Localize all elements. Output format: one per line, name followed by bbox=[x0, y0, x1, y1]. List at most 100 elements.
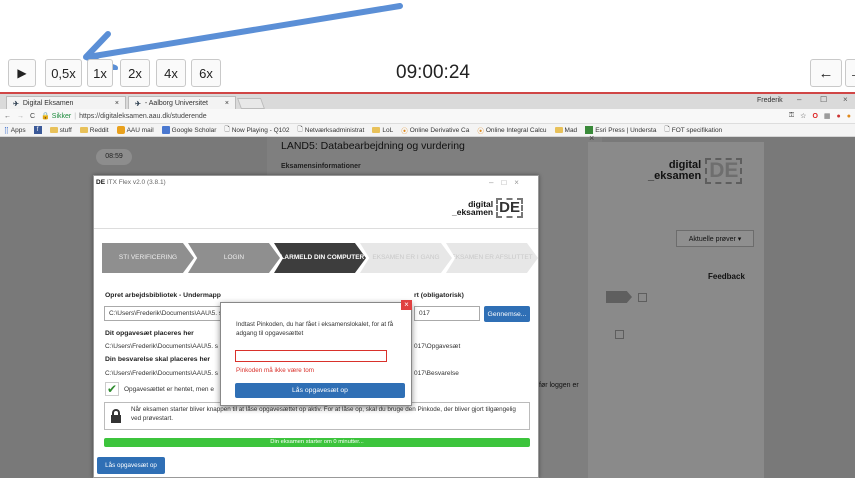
dialog-close-button[interactable]: × bbox=[401, 300, 412, 310]
back-button[interactable]: ← bbox=[810, 59, 842, 87]
exam-timer: 08:59 bbox=[96, 149, 132, 165]
speed-2x-button[interactable]: 2x bbox=[120, 59, 150, 87]
bookmark-google-scholar[interactable]: Google Scholar bbox=[161, 126, 216, 134]
extension2-icon[interactable]: ● bbox=[847, 113, 851, 120]
key-icon[interactable]: ⚿ bbox=[789, 112, 794, 120]
page-content: 08:59 LAND5: Databearbejdning og vurderi… bbox=[0, 133, 855, 478]
profile-name[interactable]: Frederik bbox=[757, 97, 783, 104]
scholar-icon bbox=[161, 126, 170, 134]
step-eksamen-afsluttet: EKSAMEN ER AFSLUTTET bbox=[446, 243, 538, 273]
bookmark-esri[interactable]: Esri Press | Understa bbox=[585, 126, 656, 134]
feedback-label: Feedback bbox=[708, 272, 745, 281]
new-tab-button[interactable] bbox=[236, 98, 266, 109]
pin-dialog: × Indtast Pinkoden, du har fået i eksame… bbox=[220, 300, 412, 406]
bookmark-fot[interactable]: 🗋 FOT specifikation bbox=[664, 125, 722, 136]
favicon-icon: ✈ bbox=[135, 100, 141, 108]
close-icon[interactable]: × bbox=[225, 100, 229, 107]
tab-bar: ✈ Digital Eksamen × ✈ - Aalborg Universi… bbox=[0, 92, 855, 110]
playback-clock: 09:00:24 bbox=[396, 62, 470, 83]
star-icon[interactable]: ☆ bbox=[800, 112, 806, 120]
exams-dropdown[interactable]: Aktuelle prøver ▾ bbox=[676, 230, 754, 247]
folder-icon bbox=[372, 127, 381, 133]
app-window-controls: –□× bbox=[489, 178, 527, 187]
step-badge bbox=[606, 291, 632, 303]
url-input[interactable]: https://digitaleksamen.aau.dk/studerende bbox=[79, 113, 789, 120]
step-klarmeld: KLARMELD DIN COMPUTER bbox=[274, 243, 366, 273]
bookmark-aau-mail[interactable]: AAU mail bbox=[116, 126, 154, 134]
bookmark-apps[interactable]: ⣿ Apps bbox=[4, 126, 26, 135]
bookmark-mad[interactable]: Mad bbox=[554, 127, 577, 134]
app-title: DE ITX Flex v2.0 (3.8.1) bbox=[96, 179, 166, 186]
workdir-label: Opret arbejdsbibliotek - Undermapp bbox=[105, 292, 221, 299]
pin-input[interactable] bbox=[235, 350, 387, 362]
folder-icon bbox=[79, 127, 88, 133]
forward-button[interactable]: → bbox=[845, 59, 855, 87]
fetched-text: Opgavesættet er hentet, men e bbox=[124, 386, 214, 393]
facebook-icon: f bbox=[33, 126, 42, 134]
bookmark-derivative[interactable]: ⦿ Online Derivative Ca bbox=[401, 125, 469, 136]
bookmark-reddit[interactable]: Reddit bbox=[79, 127, 109, 134]
required-label: rt (obligatorisk) bbox=[414, 292, 464, 299]
bookmark-netvaerk[interactable]: 🗋 Netværksadministrat bbox=[298, 125, 365, 136]
pin-prompt: Indtast Pinkoden, du har fået i eksamens… bbox=[236, 321, 394, 337]
calc-icon: ⦿ bbox=[401, 128, 408, 135]
log-text: før loggen er bbox=[539, 382, 579, 389]
required-input[interactable]: 017 bbox=[414, 306, 480, 321]
right-panel: digital _eksamen DE Aktuelle prøver ▾ Fe… bbox=[588, 142, 764, 478]
answer-label: Din besvarelse skal placeres her bbox=[105, 356, 211, 363]
maximize-icon[interactable]: □ bbox=[501, 178, 514, 187]
speed-0-5x-button[interactable]: 0,5x bbox=[45, 59, 82, 87]
speed-1x-button[interactable]: 1x bbox=[87, 59, 113, 87]
bookmark-stuff[interactable]: stuff bbox=[49, 127, 72, 134]
exam-info-heading: Eksamensinformationer bbox=[281, 163, 361, 170]
workdir-input[interactable]: C:\Users\Frederik\Documents\AAU\5. s bbox=[104, 306, 222, 321]
browse-button[interactable]: Gennemse... bbox=[484, 306, 530, 322]
maximize-icon[interactable]: ☐ bbox=[820, 95, 827, 104]
tab-digital-eksamen[interactable]: ✈ Digital Eksamen × bbox=[6, 96, 126, 110]
close-icon[interactable]: × bbox=[514, 178, 527, 187]
exam-title: LAND5: Databearbejdning og vurdering bbox=[281, 140, 465, 152]
step-login: LOGIN bbox=[188, 243, 280, 273]
tab-label: - Aalborg Universitet bbox=[144, 100, 208, 107]
answer-path-tail: 017\Besvarelse bbox=[414, 370, 459, 377]
separator: | bbox=[74, 112, 77, 120]
assignment-path-tail: 017\Opgavesæt bbox=[414, 343, 461, 350]
bookmark-integral[interactable]: ⦿ Online Integral Calcu bbox=[477, 125, 546, 136]
speed-6x-button[interactable]: 6x bbox=[191, 59, 221, 87]
favicon-icon: ✈ bbox=[13, 100, 19, 108]
assignment-path: C:\Users\Frederik\Documents\AAU\5. s bbox=[105, 343, 219, 350]
close-window-icon[interactable]: × bbox=[843, 95, 848, 104]
bookmark-now-playing[interactable]: 🗋 Now Playing - Q102 bbox=[224, 125, 289, 136]
tab-aalborg[interactable]: ✈ - Aalborg Universitet × bbox=[128, 96, 236, 110]
mail-icon bbox=[116, 126, 125, 134]
speed-4x-button[interactable]: 4x bbox=[156, 59, 186, 87]
pin-error: Pinkoden må ikke være tom bbox=[236, 367, 315, 374]
page-icon: 🗋 bbox=[664, 125, 670, 133]
secure-label: Sikker bbox=[51, 112, 72, 120]
address-bar: ← → C 🔒 Sikker | https://digitaleksamen.… bbox=[0, 109, 855, 124]
dialog-unlock-button[interactable]: Lås opgavesæt op bbox=[235, 383, 405, 398]
folder-icon bbox=[49, 127, 58, 133]
step-eksamen-i-gang: EKSAMEN ER I GANG bbox=[360, 243, 452, 273]
play-button[interactable]: ▶ bbox=[8, 59, 36, 87]
extension-icon[interactable]: ▦ bbox=[824, 112, 831, 120]
minimize-icon[interactable]: – bbox=[489, 178, 501, 187]
bookmark-lol[interactable]: LoL bbox=[372, 127, 393, 134]
progress-steps: STI VERIFICERING LOGIN KLARMELD DIN COMP… bbox=[102, 243, 538, 273]
brand-logo: digital _eksamen DE bbox=[648, 158, 743, 184]
forward-icon[interactable]: → bbox=[17, 113, 24, 120]
settings-icon[interactable]: ● bbox=[837, 113, 841, 120]
calc-icon: ⦿ bbox=[477, 128, 484, 135]
unlock-assignment-button[interactable]: Lås opgavesæt op bbox=[97, 457, 165, 474]
back-icon[interactable]: ← bbox=[4, 113, 11, 120]
answer-path: C:\Users\Frederik\Documents\AAU\5. s bbox=[105, 370, 219, 377]
bookmark-facebook[interactable]: f bbox=[33, 126, 42, 134]
notice-box: Når eksamen starter bliver knappen til a… bbox=[104, 402, 530, 430]
minimize-icon[interactable]: – bbox=[797, 95, 801, 104]
reload-icon[interactable]: C bbox=[30, 113, 35, 120]
opera-icon[interactable]: O bbox=[812, 113, 817, 120]
progress-text: Din eksamen starter om 0 minutter... bbox=[270, 439, 364, 445]
close-icon[interactable]: × bbox=[115, 100, 119, 107]
page-icon: 🗋 bbox=[297, 125, 303, 133]
page-icon: 🗋 bbox=[224, 125, 230, 133]
